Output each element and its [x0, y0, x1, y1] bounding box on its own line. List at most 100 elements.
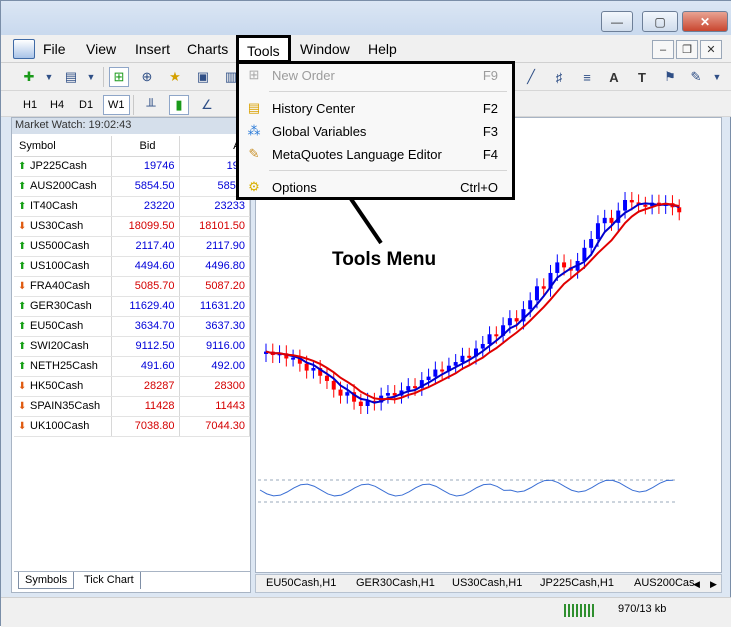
- connection-bars-icon: [564, 604, 594, 617]
- trendline-icon[interactable]: ╱: [521, 67, 541, 87]
- crosshair-icon[interactable]: ⊕: [137, 67, 157, 87]
- candle-body: [426, 376, 431, 381]
- menu-item-metaquotes-editor[interactable]: ✎ MetaQuotes Language Editor F4: [239, 144, 512, 166]
- arrows-tool-icon[interactable]: ⚑: [660, 67, 680, 87]
- table-row[interactable]: ⬆ US100Cash 4494.60 4496.80: [14, 256, 250, 277]
- table-row[interactable]: ⬆ IT40Cash 23220 23233: [14, 196, 250, 217]
- table-row[interactable]: ⬆ US500Cash 2117.40 2117.90: [14, 236, 250, 257]
- tab-symbols[interactable]: Symbols: [18, 572, 75, 589]
- mdi-close-button[interactable]: ✕: [700, 40, 722, 59]
- chart-tab-aus200[interactable]: AUS200Cas: [634, 577, 695, 589]
- table-row[interactable]: ⬇ HK50Cash 28287 28300: [14, 376, 250, 397]
- toolbar-separator: [103, 67, 104, 87]
- text-label-tool-icon[interactable]: T: [632, 67, 652, 87]
- symbol-name: NETH25Cash: [30, 360, 98, 372]
- table-row[interactable]: ⬆ AUS200Cash 5854.50 5858.: [14, 176, 250, 197]
- chart-tab-us30[interactable]: US30Cash,H1: [452, 577, 522, 589]
- chart-tab-eu50[interactable]: EU50Cash,H1: [266, 577, 336, 589]
- mdi-restore-button[interactable]: ❐: [676, 40, 698, 59]
- minimize-window-button[interactable]: —: [601, 11, 633, 32]
- table-row[interactable]: ⬇ US30Cash 18099.50 18101.50: [14, 216, 250, 237]
- menu-item-shortcut: F4: [482, 147, 498, 162]
- fibonacci-icon[interactable]: ♯: [549, 67, 569, 87]
- maximize-window-button[interactable]: ▢: [642, 11, 678, 32]
- menu-item-history-center[interactable]: ▤ History Center F2: [239, 98, 512, 120]
- scroll-right-icon[interactable]: ▶: [710, 579, 717, 590]
- dropdown-arrow-icon[interactable]: ▼: [39, 67, 59, 87]
- close-window-button[interactable]: ✕: [682, 11, 728, 32]
- ask-cell: 7044.30: [179, 416, 250, 437]
- candle-body: [467, 355, 472, 358]
- candlestick-chart-icon[interactable]: ▮: [169, 95, 189, 115]
- candle-body: [541, 286, 546, 289]
- menu-item-global-variables[interactable]: ⁂ Global Variables F3: [239, 121, 512, 143]
- table-row[interactable]: ⬆JP225Cash19746197: [14, 156, 250, 177]
- candle-body: [555, 262, 560, 273]
- menu-item-label: MetaQuotes Language Editor: [272, 147, 442, 162]
- fibo-fan-icon[interactable]: ≡: [577, 67, 597, 87]
- menu-item-shortcut: F3: [482, 124, 498, 139]
- menu-window[interactable]: Window: [300, 41, 350, 57]
- table-row[interactable]: ⬇ UK100Cash 7038.80 7044.30: [14, 416, 250, 437]
- menu-tools[interactable]: Tools: [236, 35, 291, 63]
- table-row[interactable]: ⬇ SPAIN35Cash 11428 11443: [14, 396, 250, 417]
- menu-file[interactable]: File: [43, 41, 66, 57]
- title-bar: — ▢ ✕: [1, 1, 731, 35]
- timeframe-h4-button[interactable]: H4: [46, 95, 68, 115]
- text-tool-icon[interactable]: A: [604, 67, 624, 87]
- candle-body: [589, 238, 594, 248]
- timeframe-h1-button[interactable]: H1: [19, 95, 41, 115]
- favorites-star-icon[interactable]: ★: [165, 67, 185, 87]
- candle-body: [324, 375, 329, 381]
- symbol-name: JP225Cash: [30, 160, 87, 172]
- menu-charts[interactable]: Charts: [187, 41, 228, 57]
- symbol-cell: ⬆ GER30Cash: [14, 296, 112, 317]
- table-row[interactable]: ⬆ NETH25Cash 491.60 492.00: [14, 356, 250, 377]
- arrow-up-icon: ⬆: [18, 161, 27, 172]
- chart-tab-ger30[interactable]: GER30Cash,H1: [356, 577, 435, 589]
- menu-item-options[interactable]: ⚙ Options Ctrl+O: [239, 177, 512, 199]
- line-chart-icon[interactable]: ∠: [197, 95, 217, 115]
- terminal-icon[interactable]: ▣: [193, 67, 213, 87]
- candle-body: [595, 223, 600, 239]
- profiles-icon[interactable]: ▤: [61, 67, 81, 87]
- market-watch-table: Symbol Bid As ⬆JP225Cash19746197⬆AUS200C…: [14, 136, 250, 437]
- symbol-cell: ⬇ HK50Cash: [14, 376, 112, 397]
- table-row[interactable]: ⬆ SWI20Cash 9112.50 9116.00: [14, 336, 250, 357]
- menu-view[interactable]: View: [86, 41, 116, 57]
- ask-cell: 3637.30: [179, 316, 250, 337]
- bid-cell: 9112.50: [111, 336, 180, 357]
- column-header-symbol[interactable]: Symbol: [14, 136, 112, 157]
- dropdown-arrow-icon[interactable]: ▼: [707, 67, 727, 87]
- bid-cell: 19746: [111, 156, 180, 177]
- market-watch-toggle-icon[interactable]: ⊞: [109, 67, 129, 87]
- candle-body: [487, 334, 492, 344]
- timeframe-w1-button[interactable]: W1: [103, 95, 130, 115]
- arrow-down-icon: ⬇: [18, 381, 27, 392]
- dropdown-arrow-icon[interactable]: ▼: [81, 67, 101, 87]
- menu-item-new-order[interactable]: ⊞ New Order F9: [239, 65, 512, 87]
- bar-chart-icon[interactable]: ╨: [141, 95, 161, 115]
- candle-body: [385, 393, 390, 396]
- candle-body: [413, 386, 418, 389]
- arrow-up-tool-icon[interactable]: ✎: [686, 67, 706, 87]
- table-row[interactable]: ⬆ EU50Cash 3634.70 3637.30: [14, 316, 250, 337]
- mdi-minimize-button[interactable]: ‒: [652, 40, 674, 59]
- scroll-left-icon[interactable]: ◀: [693, 579, 700, 590]
- candle-body: [507, 318, 512, 326]
- chart-tabs-bar: EU50Cash,H1 GER30Cash,H1 US30Cash,H1 JP2…: [255, 574, 722, 593]
- menu-help[interactable]: Help: [368, 41, 397, 57]
- symbol-name: US30Cash: [30, 220, 84, 232]
- table-row[interactable]: ⬆ GER30Cash 11629.40 11631.20: [14, 296, 250, 317]
- arrow-up-icon: ⬆: [18, 341, 27, 352]
- metaquotes-editor-icon: ✎: [248, 146, 260, 161]
- table-row[interactable]: ⬇ FRA40Cash 5085.70 5087.20: [14, 276, 250, 297]
- candle-body: [609, 217, 614, 223]
- menu-separator: [269, 170, 507, 171]
- column-header-bid[interactable]: Bid: [111, 136, 180, 157]
- new-chart-icon[interactable]: ✚: [19, 67, 39, 87]
- menu-insert[interactable]: Insert: [135, 41, 170, 57]
- tab-tick-chart[interactable]: Tick Chart: [78, 572, 141, 589]
- timeframe-d1-button[interactable]: D1: [75, 95, 97, 115]
- chart-tab-jp225[interactable]: JP225Cash,H1: [540, 577, 614, 589]
